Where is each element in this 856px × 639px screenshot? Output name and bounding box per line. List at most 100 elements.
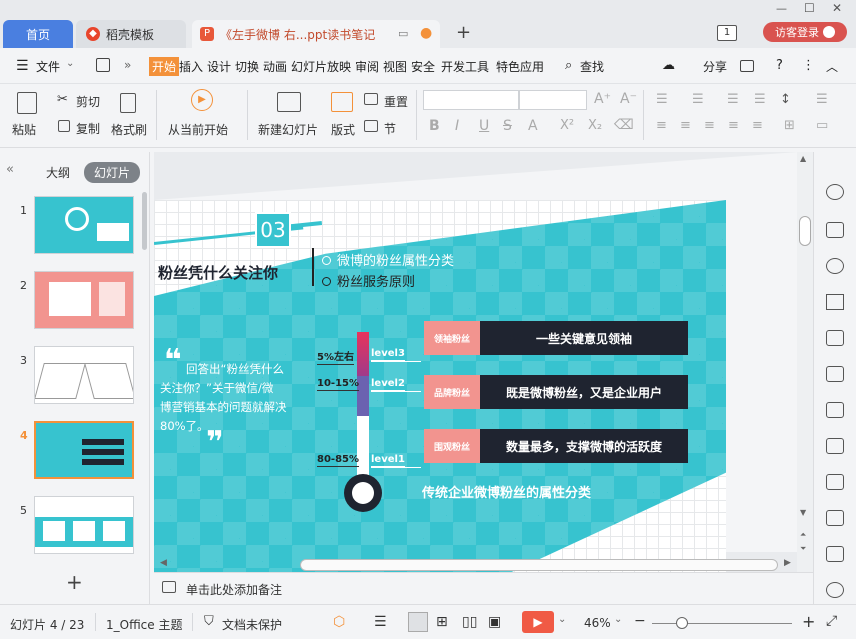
maximize-button[interactable]: ☐ bbox=[804, 1, 815, 15]
archive-icon[interactable] bbox=[826, 510, 844, 526]
chevron-down-icon[interactable]: ⌄ bbox=[558, 614, 566, 625]
notes-toggle-icon[interactable]: ☰ bbox=[374, 614, 387, 630]
notes-pane[interactable]: 单击此处添加备注 bbox=[154, 572, 813, 604]
tab-home[interactable]: 首页 bbox=[3, 20, 73, 48]
help-icon[interactable]: ? bbox=[776, 58, 783, 73]
speaker-icon[interactable] bbox=[826, 582, 844, 598]
align-left-icon[interactable]: ≡ bbox=[656, 118, 667, 133]
cloud-icon[interactable]: ☁ bbox=[662, 58, 675, 73]
picture-icon[interactable] bbox=[826, 546, 844, 562]
decrease-indent-icon[interactable]: ☰ bbox=[727, 92, 739, 107]
numbered-list-icon[interactable]: ☰ bbox=[692, 92, 704, 107]
align-center-icon[interactable]: ≡ bbox=[680, 118, 691, 133]
font-color-icon[interactable]: A bbox=[528, 118, 538, 134]
slide-thumbnail-2[interactable] bbox=[34, 271, 134, 329]
text-box-icon[interactable]: ▭ bbox=[816, 118, 828, 133]
decrease-font-icon[interactable]: A⁻ bbox=[620, 91, 637, 107]
menu-security[interactable]: 安全 bbox=[411, 58, 435, 75]
menu-design[interactable]: 设计 bbox=[207, 58, 231, 75]
slide-thumbnail-4[interactable] bbox=[34, 421, 134, 479]
menu-transition[interactable]: 切换 bbox=[235, 58, 259, 75]
columns-icon[interactable]: ⊞ bbox=[784, 118, 795, 133]
chevron-down-icon[interactable]: ⌄ bbox=[614, 614, 622, 625]
comment-icon[interactable] bbox=[740, 60, 754, 72]
image-icon[interactable] bbox=[826, 438, 844, 454]
reset-button[interactable]: 重置 bbox=[384, 93, 408, 110]
scroll-thumb[interactable] bbox=[799, 216, 811, 246]
zoom-in-button[interactable]: + bbox=[802, 612, 815, 631]
beautify-icon[interactable]: ⬡ bbox=[333, 614, 345, 630]
bold-icon[interactable]: B bbox=[429, 118, 440, 134]
settings-sliders-icon[interactable] bbox=[826, 402, 844, 418]
subscript-icon[interactable]: X₂ bbox=[588, 118, 602, 133]
tab-outline[interactable]: 大纲 bbox=[46, 164, 70, 181]
menu-file[interactable]: 文件 bbox=[36, 58, 60, 75]
share-button[interactable]: 分享 bbox=[703, 58, 727, 75]
chart-icon[interactable] bbox=[826, 366, 844, 382]
underline-icon[interactable]: U bbox=[479, 118, 489, 134]
font-family-select[interactable] bbox=[423, 90, 519, 110]
menu-slideshow[interactable]: 幻灯片放映 bbox=[291, 58, 351, 75]
paste-button[interactable]: 粘贴 bbox=[12, 121, 36, 138]
zoom-slider-thumb[interactable] bbox=[676, 617, 688, 629]
shapes-icon[interactable] bbox=[826, 258, 844, 274]
from-current-button[interactable]: 从当前开始 bbox=[168, 121, 228, 138]
scroll-down-icon[interactable]: ▼ bbox=[800, 508, 806, 517]
horizontal-scrollbar[interactable] bbox=[300, 559, 778, 571]
animation-icon[interactable] bbox=[826, 294, 844, 310]
increase-indent-icon[interactable]: ☰ bbox=[754, 92, 766, 107]
chevron-down-icon[interactable]: ⌄ bbox=[66, 58, 74, 69]
slide-thumbnail-5[interactable] bbox=[34, 496, 134, 554]
strikethrough-icon[interactable]: S bbox=[503, 118, 512, 134]
save-icon[interactable] bbox=[96, 58, 110, 72]
section-button[interactable]: 节 bbox=[384, 120, 396, 137]
protection-status[interactable]: 文档未保护 bbox=[222, 616, 282, 633]
clear-format-icon[interactable]: ⌫ bbox=[614, 117, 634, 133]
more-icon[interactable]: ⋮ bbox=[802, 58, 815, 73]
menu-start[interactable]: 开始 bbox=[149, 57, 180, 76]
layout-button[interactable]: 版式 bbox=[331, 121, 355, 138]
format-painter-button[interactable]: 格式刷 bbox=[111, 121, 147, 138]
slide-thumbnail-1[interactable] bbox=[34, 196, 134, 254]
zoom-slider-track[interactable] bbox=[652, 623, 792, 624]
search-icon[interactable]: ⌕ bbox=[565, 58, 572, 73]
menu-review[interactable]: 审阅 bbox=[355, 58, 379, 75]
window-count-badge[interactable]: 1 bbox=[717, 25, 737, 41]
zoom-out-button[interactable]: − bbox=[634, 613, 646, 629]
zoom-level[interactable]: 46% bbox=[584, 616, 611, 630]
copy-button[interactable]: 复制 bbox=[76, 120, 100, 137]
panel-scrollbar[interactable] bbox=[142, 192, 147, 250]
scroll-left-icon[interactable]: ◀ bbox=[160, 558, 167, 568]
share-out-icon[interactable] bbox=[826, 474, 844, 490]
notes-placeholder[interactable]: 单击此处添加备注 bbox=[186, 581, 282, 598]
font-size-select[interactable] bbox=[519, 90, 587, 110]
menu-developer[interactable]: 开发工具 bbox=[441, 58, 489, 75]
tab-slides[interactable]: 幻灯片 bbox=[84, 162, 141, 183]
tab-daoke-templates[interactable]: ◆ 稻壳模板 bbox=[76, 20, 186, 48]
increase-font-icon[interactable]: A⁺ bbox=[594, 91, 611, 107]
normal-view-icon[interactable] bbox=[408, 612, 428, 632]
reading-view-icon[interactable]: ▯▯ bbox=[462, 614, 477, 630]
tab-document[interactable]: P 《左手微博 右...ppt读书笔记 ▭ ● bbox=[192, 20, 440, 48]
fit-window-icon[interactable]: ⤢ bbox=[826, 613, 837, 629]
align-right-icon[interactable]: ≡ bbox=[704, 118, 715, 133]
replace-icon[interactable] bbox=[826, 222, 844, 238]
add-slide-button[interactable]: + bbox=[66, 570, 83, 594]
presenter-view-icon[interactable]: ▣ bbox=[488, 614, 501, 630]
play-slideshow-button[interactable]: ▶ bbox=[522, 611, 554, 633]
cut-button[interactable]: 剪切 bbox=[76, 93, 100, 110]
collapse-panel-icon[interactable]: « bbox=[6, 162, 14, 177]
menu-insert[interactable]: 插入 bbox=[179, 58, 203, 75]
scroll-up-icon[interactable]: ▲ bbox=[800, 154, 806, 163]
menu-animation[interactable]: 动画 bbox=[263, 58, 287, 75]
collapse-ribbon-icon[interactable]: ︿ bbox=[826, 58, 838, 75]
text-direction-icon[interactable]: ☰ bbox=[816, 92, 828, 107]
menu-special[interactable]: 特色应用 bbox=[496, 58, 544, 75]
more-chevron-icon[interactable]: » bbox=[124, 58, 131, 72]
sorter-view-icon[interactable]: ⊞ bbox=[436, 614, 448, 630]
superscript-icon[interactable]: X² bbox=[560, 118, 574, 133]
next-slide-icon[interactable]: ⏷ bbox=[800, 544, 806, 554]
minimize-button[interactable]: — bbox=[776, 2, 787, 15]
theme-name[interactable]: 1_Office 主题 bbox=[106, 616, 182, 633]
line-spacing-icon[interactable]: ↕ bbox=[780, 92, 791, 107]
